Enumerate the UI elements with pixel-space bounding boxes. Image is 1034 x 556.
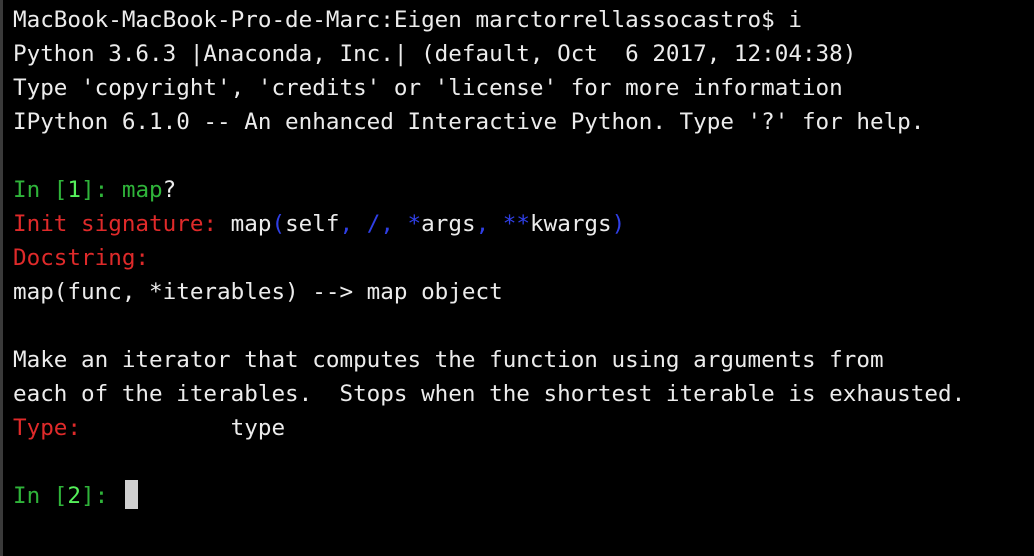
help-operator: ? — [162, 177, 177, 203]
terminal-output: MacBook-MacBook-Pro-de-Marc:Eigen marcto… — [13, 3, 1034, 513]
sig-close-paren: ) — [611, 211, 626, 237]
sig-star: * — [407, 211, 422, 237]
prompt-number: 2 — [67, 483, 82, 509]
sig-param-kwargs: kwargs — [530, 211, 612, 237]
input-prompt-2[interactable]: In [2]: — [13, 479, 1034, 513]
prompt-number: 1 — [67, 177, 82, 203]
docstring-line: each of the iterables. Stops when the sh… — [13, 381, 966, 407]
sig-comma: , — [339, 211, 367, 237]
type-label: Type: — [13, 415, 82, 441]
banner-line: Python 3.6.3 |Anaconda, Inc.| (default, … — [13, 41, 857, 67]
shell-prompt-line: MacBook-MacBook-Pro-de-Marc:Eigen marcto… — [13, 3, 1034, 37]
sig-slash: / — [366, 211, 381, 237]
sig-comma: , — [380, 211, 408, 237]
sig-open-paren: ( — [271, 211, 286, 237]
init-signature-line: Init signature: map(self, /, *args, **kw… — [13, 207, 1034, 241]
docstring-label: Docstring: — [13, 245, 150, 271]
docstring-line: Make an iterator that computes the funct… — [13, 347, 884, 373]
prompt-close: ]: — [81, 483, 122, 509]
cell-input-text: map — [121, 177, 163, 203]
prompt-close: ]: — [81, 177, 122, 203]
sig-param-args: args — [421, 211, 476, 237]
shell-command: i — [788, 7, 802, 33]
prompt-in-label: In [ — [13, 177, 68, 203]
input-prompt-1: In [1]: map? — [13, 173, 1034, 207]
sig-name: map — [230, 211, 272, 237]
sig-param-self: self — [285, 211, 340, 237]
prompt-in-label: In [ — [13, 483, 68, 509]
init-signature-label: Init signature: — [13, 211, 218, 237]
text-cursor[interactable] — [124, 480, 138, 509]
type-line: Type: type — [13, 411, 1034, 445]
sig-comma: , — [475, 211, 503, 237]
terminal-window[interactable]: MacBook-MacBook-Pro-de-Marc:Eigen marcto… — [0, 0, 1034, 556]
banner-line: IPython 6.1.0 -- An enhanced Interactive… — [13, 109, 925, 135]
sig-double-star: ** — [502, 211, 531, 237]
banner-line: Type 'copyright', 'credits' or 'license'… — [13, 75, 843, 101]
shell-prompt: MacBook-MacBook-Pro-de-Marc:Eigen marcto… — [13, 7, 789, 33]
window-left-edge — [0, 0, 3, 556]
docstring-line: map(func, *iterables) --> map object — [13, 279, 503, 305]
docstring-line — [13, 309, 1034, 343]
type-value: type — [230, 415, 286, 441]
